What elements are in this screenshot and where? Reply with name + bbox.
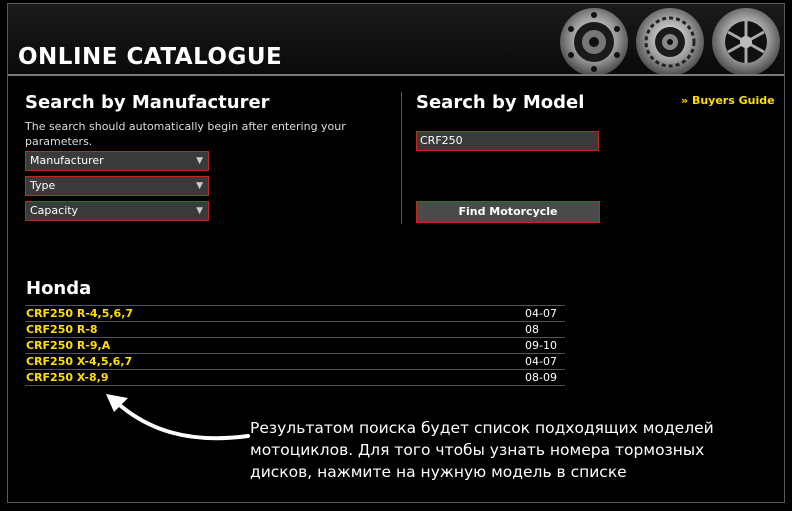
double-chevron-right-icon: » xyxy=(681,94,689,107)
model-years: 09-10 xyxy=(525,339,557,352)
model-link[interactable]: CRF250 X-4,5,6,7 xyxy=(26,355,132,368)
capacity-select-value: Capacity xyxy=(30,204,79,217)
find-motorcycle-button[interactable]: Find Motorcycle xyxy=(416,201,600,223)
table-row[interactable]: CRF250 R-8 08 xyxy=(25,322,565,338)
model-link[interactable]: CRF250 R-9,A xyxy=(26,339,110,352)
page-title: ONLINE CATALOGUE xyxy=(18,44,283,70)
buyers-guide-label: Buyers Guide xyxy=(691,94,775,107)
catalogue-frame: ONLINE CATALOGUE Search by Manufacturer … xyxy=(7,3,785,503)
column-divider xyxy=(401,92,402,224)
manufacturer-search-heading: Search by Manufacturer xyxy=(25,92,270,113)
chevron-down-icon: ▼ xyxy=(196,181,203,191)
table-row[interactable]: CRF250 R-9,A 09-10 xyxy=(25,338,565,354)
model-link[interactable]: CRF250 R-4,5,6,7 xyxy=(26,307,133,320)
table-row[interactable]: CRF250 X-8,9 08-09 xyxy=(25,370,565,386)
model-years: 04-07 xyxy=(525,355,557,368)
type-select[interactable]: Type ▼ xyxy=(25,176,209,196)
type-select-value: Type xyxy=(30,179,56,192)
results-list: CRF250 R-4,5,6,7 04-07 CRF250 R-8 08 CRF… xyxy=(25,305,565,386)
capacity-select[interactable]: Capacity ▼ xyxy=(25,201,209,221)
manufacturer-select[interactable]: Manufacturer ▼ xyxy=(25,151,209,171)
header-banner: ONLINE CATALOGUE xyxy=(8,4,784,76)
manufacturer-select-value: Manufacturer xyxy=(30,154,104,167)
model-years: 04-07 xyxy=(525,307,557,320)
model-search-input[interactable]: CRF250 xyxy=(416,131,599,151)
table-row[interactable]: CRF250 R-4,5,6,7 04-07 xyxy=(25,306,565,322)
model-years: 08-09 xyxy=(525,371,557,384)
model-link[interactable]: CRF250 X-8,9 xyxy=(26,371,108,384)
model-link[interactable]: CRF250 R-8 xyxy=(26,323,98,336)
brake-disc-icon xyxy=(712,8,780,74)
curved-arrow-icon xyxy=(106,394,250,441)
brake-disc-icon xyxy=(560,8,628,74)
brake-disc-icon xyxy=(636,8,704,74)
buyers-guide-link[interactable]: » Buyers Guide xyxy=(681,94,775,107)
annotation-text: Результатом поиска будет список подходящ… xyxy=(250,419,714,481)
chevron-down-icon: ▼ xyxy=(196,156,203,166)
brake-discs-image xyxy=(560,8,780,74)
results-heading: Honda xyxy=(26,278,92,299)
model-years: 08 xyxy=(525,323,539,336)
chevron-down-icon: ▼ xyxy=(196,206,203,216)
table-row[interactable]: CRF250 X-4,5,6,7 04-07 xyxy=(25,354,565,370)
manufacturer-search-description: The search should automatically begin af… xyxy=(25,120,346,148)
model-search-heading: Search by Model xyxy=(416,92,585,113)
